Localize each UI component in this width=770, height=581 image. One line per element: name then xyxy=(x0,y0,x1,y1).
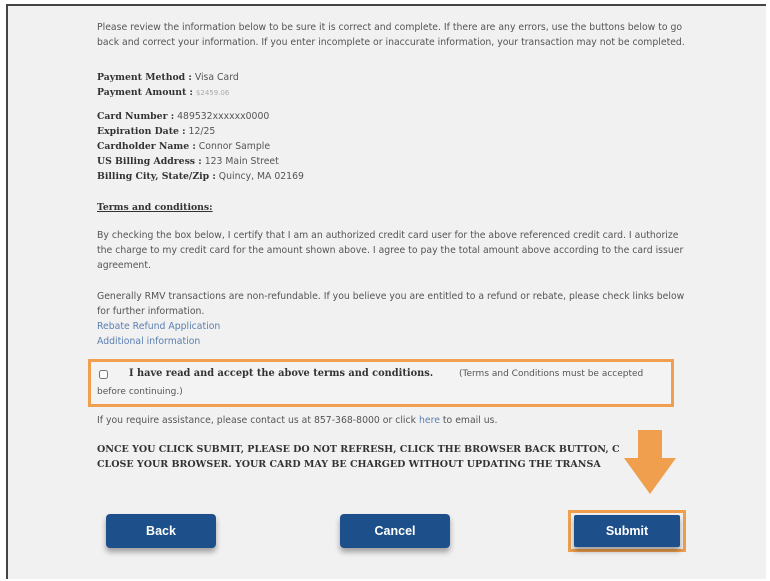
payment-amount-row: Payment Amount : $2459.06 xyxy=(97,85,229,101)
expiration-label: Expiration Date : xyxy=(97,126,186,137)
card-number-row: Card Number : 489532xxxxxx0000 xyxy=(97,109,269,124)
payment-amount-label: Payment Amount : xyxy=(97,87,193,98)
cardholder-label: Cardholder Name : xyxy=(97,141,196,152)
payment-method-row: Payment Method : Visa Card xyxy=(97,70,239,85)
refund-text: Generally RMV transactions are non-refun… xyxy=(97,291,685,317)
expiration-row: Expiration Date : 12/25 xyxy=(97,124,215,139)
card-number-label: Card Number : xyxy=(97,111,175,122)
payment-amount-value: $2459.06 xyxy=(195,89,230,97)
billing-address-label: US Billing Address : xyxy=(97,156,202,167)
billing-city-row: Billing City, State/Zip : Quincy, MA 021… xyxy=(97,169,304,184)
terms-text: By checking the box below, I certify tha… xyxy=(97,230,684,271)
email-here-link[interactable]: here xyxy=(419,415,440,426)
cardholder-value: Connor Sample xyxy=(198,141,271,152)
down-arrow-icon xyxy=(624,430,676,494)
terms-acceptance-box: I have read and accept the above terms a… xyxy=(88,359,674,407)
back-button[interactable]: Back xyxy=(106,514,216,548)
terms-heading: Terms and conditions: xyxy=(97,202,213,213)
additional-info-link[interactable]: Additional information xyxy=(97,334,220,349)
cardholder-row: Cardholder Name : Connor Sample xyxy=(97,139,270,154)
accept-terms-label: I have read and accept the above terms a… xyxy=(129,368,434,379)
billing-city-label: Billing City, State/Zip : xyxy=(97,171,216,182)
expiration-value: 12/25 xyxy=(188,126,216,137)
cancel-button[interactable]: Cancel xyxy=(340,514,450,548)
submit-warning-line-1: ONCE YOU CLICK SUBMIT, PLEASE DO NOT REF… xyxy=(97,444,620,455)
intro-text: Please review the information below to b… xyxy=(97,22,685,48)
accept-terms-checkbox[interactable] xyxy=(99,370,108,379)
assistance-text-pre: If you require assistance, please contac… xyxy=(97,415,417,426)
payment-method-value: Visa Card xyxy=(194,72,239,83)
accept-terms-note: (Terms and Conditions must be accepted xyxy=(459,369,644,379)
card-number-value: 489532xxxxxx0000 xyxy=(177,111,270,122)
assistance-text-post: to email us. xyxy=(442,415,498,426)
assistance-text: If you require assistance, please contac… xyxy=(97,413,497,428)
accept-terms-note-continued: before continuing.) xyxy=(97,387,183,397)
billing-city-value: Quincy, MA 02169 xyxy=(218,171,304,182)
billing-address-row: US Billing Address : 123 Main Street xyxy=(97,154,279,169)
submit-button[interactable]: Submit xyxy=(574,515,680,547)
payment-method-label: Payment Method : xyxy=(97,72,192,83)
billing-address-value: 123 Main Street xyxy=(204,156,279,167)
rebate-refund-link[interactable]: Rebate Refund Application xyxy=(97,319,220,334)
submit-warning-line-2: CLOSE YOUR BROWSER. YOUR CARD MAY BE CHA… xyxy=(97,459,601,470)
refund-links: Rebate Refund Application Additional inf… xyxy=(97,319,220,349)
